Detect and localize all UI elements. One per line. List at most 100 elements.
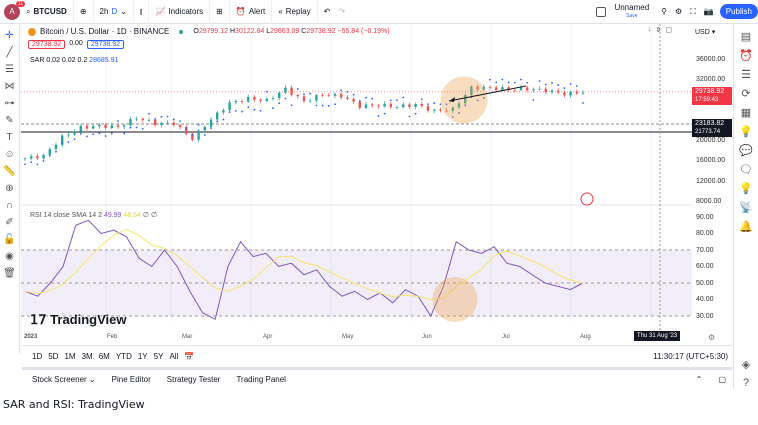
range-1m[interactable]: 1M [64,352,75,361]
sar-dot [284,97,287,100]
candle-body [30,156,33,159]
magnet-icon[interactable]: ∩ [6,200,13,211]
idea-icon[interactable]: 💡 [739,125,753,138]
maximize-panel-icon[interactable]: ▢ [718,375,726,384]
layout-name[interactable]: Unnamed Save [614,3,649,20]
replay-button[interactable]: «Replay [272,0,318,24]
calendar-grid-icon[interactable]: ▦ [741,106,751,119]
ruler-icon[interactable]: 📏 [3,166,15,177]
candle-body [253,96,256,100]
chart-type-button[interactable]: ⫾ [134,0,150,24]
chevron-up-icon[interactable]: ⌃ [696,375,703,384]
candle-body [116,125,120,127]
plus-circle-icon: ⊕ [79,7,87,16]
watchlist-icon[interactable]: ▤ [741,30,751,43]
camera-icon[interactable]: 📷 [704,7,714,16]
fib-icon[interactable]: ☰ [5,64,14,75]
chat-icon[interactable]: 💬 [739,144,753,157]
candle-body [408,104,411,107]
fullscreen-icon[interactable]: ⛶ [690,7,696,17]
lock-drawing-icon[interactable]: ✐ [5,217,13,228]
pattern-icon[interactable]: ⋈ [5,81,15,92]
emoji-icon[interactable]: ☺ [4,149,14,160]
calendar-icon[interactable]: 📅 [184,352,194,361]
interval-2h[interactable]: 2h [100,7,109,16]
list-add-icon[interactable]: ☰ [741,68,751,81]
brush-icon[interactable]: ✎ [5,115,13,126]
maximize-icon[interactable]: ▢ [665,26,672,34]
bid-ask: 29738.92 0.00 29738.92 [28,40,125,49]
message-icon[interactable]: 🗨 [739,163,753,176]
trash-icon[interactable]: 🗑 [3,268,16,279]
currency-selector[interactable]: USD ▾ [695,28,715,36]
clock[interactable]: 11:30:17 (UTC+5:30) [653,352,728,361]
tab-stock-screener[interactable]: Stock Screener ⌄ [32,375,96,384]
save-link[interactable]: Save [626,12,637,20]
bell-icon[interactable]: 🔔 [739,220,753,233]
buy-button[interactable]: 29738.92 [86,40,125,49]
avatar-letter: A [9,7,15,16]
sar-dot [36,163,39,166]
chevron-down-icon: ⌄ [120,7,127,16]
broadcast-icon[interactable]: 📡 [739,201,753,214]
candle-body [495,87,498,91]
settings-icon[interactable]: ⚙ [708,333,715,342]
candle-body [222,110,225,113]
sar-dot [396,99,398,102]
gear-icon[interactable]: ⚙ [675,7,682,16]
symbol-search[interactable]: ⌕ BTCUSD [20,0,74,24]
sar-dot [383,112,386,115]
sar-dot [24,163,26,166]
publish-button[interactable]: Publish [719,4,758,19]
redo-icon[interactable]: ↷ [339,7,346,16]
sar-dot [303,93,305,96]
tab-strategy-tester[interactable]: Strategy Tester [167,375,221,384]
range-1d[interactable]: 1D [32,352,42,361]
refresh-icon[interactable]: ⟳ [741,87,750,100]
range-3m[interactable]: 3M [82,352,93,361]
time-label: Jun [422,334,432,340]
templates-button[interactable]: ⊞ [210,0,230,24]
quick-search-icon[interactable]: ⚲ [661,7,667,16]
rsi-tick: 70.00 [696,247,714,254]
range-ytd[interactable]: YTD [116,352,132,361]
candle-body [209,119,213,127]
alert-button[interactable]: ⏰ Alert [230,0,273,24]
range-1y[interactable]: 1Y [138,352,148,361]
candle-body [371,104,374,106]
lock-icon[interactable]: 🔓 [3,234,15,245]
replay-label: Replay [285,7,311,16]
range-all[interactable]: All [169,352,178,361]
tab-trading-panel[interactable]: Trading Panel [236,375,286,384]
sar-dot [582,102,584,104]
top-toolbar: A 11 ⌕ BTCUSD ⊕ 2h D ⌄ ⫾ 📈 Indicators ⊞ ⏰ Aler… [0,0,758,24]
alarm-clock-icon[interactable]: ⏰ [739,49,753,62]
range-5y[interactable]: 5Y [154,352,164,361]
layers-icon[interactable]: ◈ [742,358,750,371]
collapse-icon[interactable]: ⇕ [656,26,662,34]
interval-selector[interactable]: 2h D ⌄ [94,0,134,24]
eye-icon[interactable]: ◉ [5,251,14,262]
trendline-icon[interactable]: ╱ [6,47,12,58]
layout-checkbox-icon[interactable] [596,6,607,17]
range-6m[interactable]: 6M [99,352,110,361]
sell-button[interactable]: 29738.92 [28,40,66,49]
lightbulb-icon[interactable]: 💡 [739,182,753,195]
tab-pine-editor[interactable]: Pine Editor [112,375,151,384]
chart-canvas[interactable] [21,24,733,346]
avatar[interactable]: A 11 [4,0,25,20]
time-label: Jul [502,334,510,340]
undo-icon[interactable]: ↶ [324,7,331,16]
indicators-button[interactable]: 📈 Indicators [149,0,211,24]
main-legend: Bitcoin / U.S. Dollar · 1D · BINANCE O29… [28,27,390,36]
projection-icon[interactable]: ⊶ [5,98,15,109]
zoom-in-icon[interactable]: ⊕ [5,183,13,194]
range-5d[interactable]: 5D [48,352,58,361]
arrow-down-icon[interactable]: ↓ [648,26,652,34]
rsi-tick: 50.00 [696,280,714,287]
interval-d[interactable]: D [111,7,117,16]
compare-button[interactable]: ⊕ [74,0,94,24]
text-icon[interactable]: T [6,132,12,143]
crosshair-icon[interactable]: ✛ [5,30,13,41]
help-icon[interactable]: ? [743,377,749,389]
